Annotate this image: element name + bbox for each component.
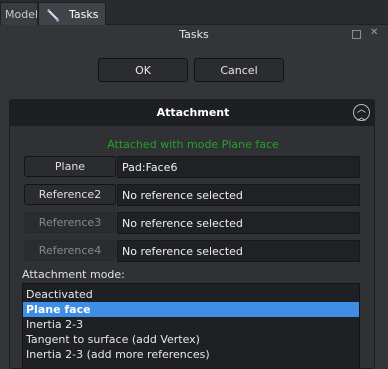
- close-panel-icon[interactable]: ✕: [370, 27, 379, 38]
- list-item[interactable]: Tangent to surface (add Vertex): [23, 332, 359, 347]
- reference2-button[interactable]: Reference2: [24, 184, 116, 205]
- tab-model-label: Model: [5, 8, 39, 21]
- attachment-panel: Attachment ︿ ︿ Attached with mode Plane f…: [9, 99, 375, 369]
- list-item[interactable]: Inertia 2-3: [23, 317, 359, 332]
- reference2-field[interactable]: No reference selected: [117, 184, 360, 206]
- panel-title: Tasks: [179, 28, 209, 41]
- attachment-mode-label: Attachment mode:: [22, 268, 125, 281]
- attachment-header[interactable]: Attachment ︿ ︿: [10, 100, 374, 126]
- list-item[interactable]: Inertia 2-3 (add more references): [23, 347, 359, 362]
- pencil-icon: [47, 9, 60, 22]
- ok-button[interactable]: OK: [98, 58, 188, 82]
- reference4-button: Reference4: [24, 240, 116, 261]
- reference3-button: Reference3: [24, 212, 116, 233]
- float-panel-icon[interactable]: [352, 30, 361, 39]
- reference1-button[interactable]: Plane: [24, 156, 116, 177]
- chevron-up-icon[interactable]: ︿ ︿: [353, 104, 370, 123]
- attachment-status: Attached with mode Plane face: [107, 138, 279, 151]
- tab-model[interactable]: Model: [0, 2, 38, 25]
- tab-tasks-label: Tasks: [69, 8, 99, 21]
- reference3-field[interactable]: No reference selected: [117, 212, 360, 234]
- reference1-field[interactable]: Pad:Face6: [117, 156, 360, 178]
- list-item-selected[interactable]: Plane face: [23, 302, 359, 317]
- list-item[interactable]: Deactivated: [23, 287, 359, 302]
- tab-bar: Model Tasks: [0, 0, 388, 25]
- attachment-mode-list[interactable]: Deactivated Plane face Inertia 2-3 Tange…: [22, 283, 360, 368]
- cancel-button[interactable]: Cancel: [194, 58, 284, 82]
- tab-tasks[interactable]: Tasks: [38, 2, 106, 25]
- attachment-title: Attachment: [156, 106, 230, 119]
- reference4-field[interactable]: No reference selected: [117, 240, 360, 262]
